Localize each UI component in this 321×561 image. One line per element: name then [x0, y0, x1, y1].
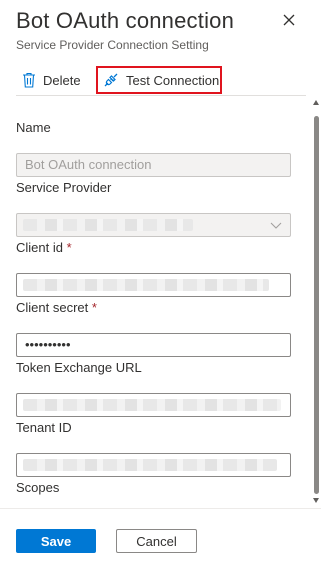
scroll-up-icon[interactable] — [313, 100, 319, 105]
client-id-field-group: Client id * — [16, 238, 292, 298]
client-id-input[interactable] — [16, 273, 291, 297]
token-exchange-url-field-group: Token Exchange URL — [16, 358, 292, 418]
client-secret-label: Client secret * — [16, 300, 97, 315]
trash-icon — [23, 72, 35, 88]
panel-footer: Save Cancel — [0, 508, 321, 561]
required-marker: * — [91, 300, 97, 315]
blurred-value — [23, 279, 269, 291]
name-field-group: Name Bot OAuth connection — [16, 118, 292, 178]
scroll-thumb[interactable] — [314, 116, 319, 494]
form-scrollbar[interactable] — [312, 98, 320, 508]
service-provider-select[interactable] — [16, 213, 291, 237]
client-secret-value: •••••••••• — [25, 337, 71, 352]
client-secret-input[interactable]: •••••••••• — [16, 333, 291, 357]
scroll-down-icon[interactable] — [313, 498, 319, 503]
panel-subtitle: Service Provider Connection Setting — [16, 38, 209, 52]
test-connection-button[interactable]: Test Connection — [96, 66, 222, 94]
chevron-down-icon — [270, 222, 282, 229]
delete-label: Delete — [43, 72, 81, 88]
client-secret-field-group: Client secret * •••••••••• — [16, 298, 292, 358]
token-exchange-url-label: Token Exchange URL — [16, 360, 142, 375]
tenant-id-label: Tenant ID — [16, 420, 72, 435]
required-marker: * — [66, 240, 72, 255]
name-input: Bot OAuth connection — [16, 153, 291, 177]
client-id-label: Client id * — [16, 240, 72, 255]
scopes-label: Scopes — [16, 480, 60, 495]
command-bar: Delete Test Connection — [16, 62, 306, 96]
tenant-id-field-group: Tenant ID — [16, 418, 292, 478]
save-button[interactable]: Save — [16, 529, 96, 553]
token-exchange-url-input[interactable] — [16, 393, 291, 417]
tenant-id-input[interactable] — [16, 453, 291, 477]
connection-form: Name Bot OAuth connection Service Provid… — [16, 118, 292, 508]
service-provider-field-group: Service Provider — [16, 178, 292, 238]
panel-title: Bot OAuth connection — [16, 8, 235, 33]
panel-header: Bot OAuth connection Service Provider Co… — [16, 8, 306, 52]
blurred-value — [23, 219, 193, 231]
name-label: Name — [16, 120, 51, 135]
name-value: Bot OAuth connection — [25, 157, 152, 172]
plug-connection-icon — [104, 73, 118, 87]
test-connection-label: Test Connection — [126, 72, 220, 88]
scopes-field-group: Scopes — [16, 478, 292, 508]
blurred-value — [23, 399, 281, 411]
blurred-value — [23, 459, 277, 471]
close-icon[interactable] — [280, 11, 298, 29]
cancel-button[interactable]: Cancel — [116, 529, 197, 553]
service-provider-label: Service Provider — [16, 180, 112, 195]
delete-button[interactable]: Delete — [22, 66, 81, 94]
